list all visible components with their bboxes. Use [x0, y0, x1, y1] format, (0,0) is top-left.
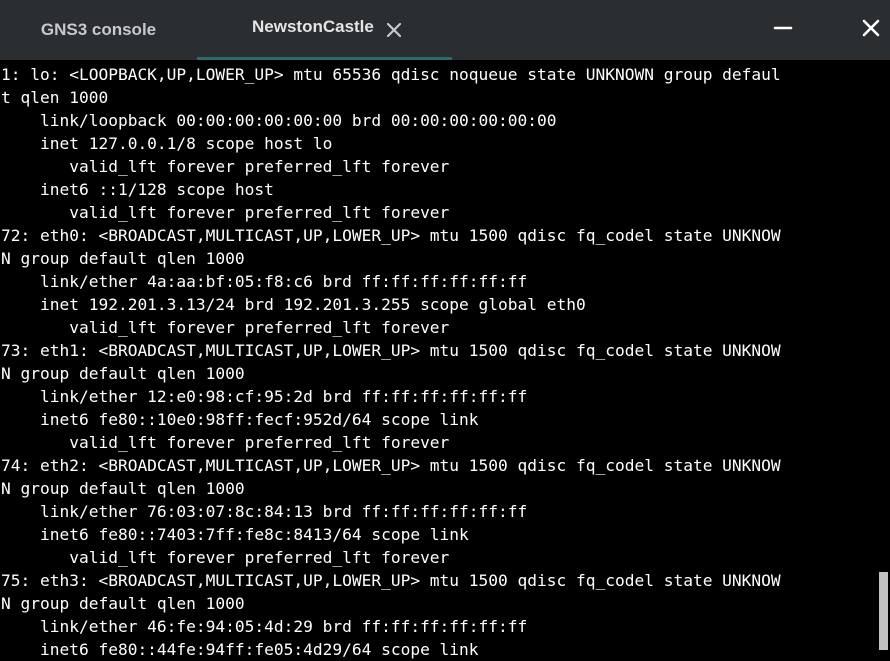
- terminal-line: inet6 ::1/128 scope host: [1, 180, 274, 199]
- terminal-line: 72: eth0: <BROADCAST,MULTICAST,UP,LOWER_…: [1, 226, 781, 245]
- terminal-line: inet6 fe80::7403:7ff:fe8c:8413/64 scope …: [1, 525, 469, 544]
- terminal-line: valid_lft forever preferred_lft forever: [1, 548, 450, 567]
- terminal-line: 73: eth1: <BROADCAST,MULTICAST,UP,LOWER_…: [1, 341, 781, 360]
- terminal-line: 1: lo: <LOOPBACK,UP,LOWER_UP> mtu 65536 …: [1, 65, 781, 84]
- tab-newstoncastle[interactable]: NewstonCastle: [197, 0, 452, 60]
- minimize-button[interactable]: [765, 10, 801, 46]
- close-button[interactable]: [853, 10, 889, 46]
- terminal-line: link/ether 12:e0:98:cf:95:2d brd ff:ff:f…: [1, 387, 528, 406]
- close-icon: [862, 19, 880, 37]
- terminal-line: link/ether 46:fe:94:05:4d:29 brd ff:ff:f…: [1, 617, 528, 636]
- terminal-line: inet 192.201.3.13/24 brd 192.201.3.255 s…: [1, 295, 586, 314]
- terminal-line: valid_lft forever preferred_lft forever: [1, 318, 450, 337]
- terminal-line: N group default qlen 1000: [1, 364, 245, 383]
- terminal-line: valid_lft forever preferred_lft forever: [1, 433, 450, 452]
- terminal-output[interactable]: 1: lo: <LOOPBACK,UP,LOWER_UP> mtu 65536 …: [0, 60, 878, 661]
- terminal-line: N group default qlen 1000: [1, 594, 245, 613]
- terminal-line: inet 127.0.0.1/8 scope host lo: [1, 134, 333, 153]
- title-bar: GNS3 console NewstonCastle: [0, 0, 890, 60]
- terminal-line: 75: eth3: <BROADCAST,MULTICAST,UP,LOWER_…: [1, 571, 781, 590]
- close-icon[interactable]: [384, 20, 404, 40]
- terminal-line: N group default qlen 1000: [1, 479, 245, 498]
- terminal-line: t qlen 1000: [1, 88, 109, 107]
- tab-newstoncastle-label: NewstonCastle: [252, 16, 374, 36]
- terminal-line: link/loopback 00:00:00:00:00:00 brd 00:0…: [1, 111, 557, 130]
- terminal-line: inet6 fe80::44fe:94ff:fe05:4d29/64 scope…: [1, 640, 479, 659]
- terminal-scrollbar[interactable]: [878, 60, 890, 661]
- terminal-line: N group default qlen 1000: [1, 249, 245, 268]
- scrollbar-thumb[interactable]: [879, 572, 888, 650]
- terminal-line: 74: eth2: <BROADCAST,MULTICAST,UP,LOWER_…: [1, 456, 781, 475]
- tab-gns3-console[interactable]: GNS3 console: [0, 0, 197, 60]
- terminal-line: inet6 fe80::10e0:98ff:fecf:952d/64 scope…: [1, 410, 479, 429]
- console-window: GNS3 console NewstonCastle 1: lo: <LOOPB…: [0, 0, 890, 661]
- tab-gns3-console-label: GNS3 console: [40, 20, 157, 39]
- terminal-line: valid_lft forever preferred_lft forever: [1, 203, 450, 222]
- terminal-line: valid_lft forever preferred_lft forever: [1, 157, 450, 176]
- terminal-line: link/ether 76:03:07:8c:84:13 brd ff:ff:f…: [1, 502, 528, 521]
- terminal-line: link/ether 4a:aa:bf:05:f8:c6 brd ff:ff:f…: [1, 272, 528, 291]
